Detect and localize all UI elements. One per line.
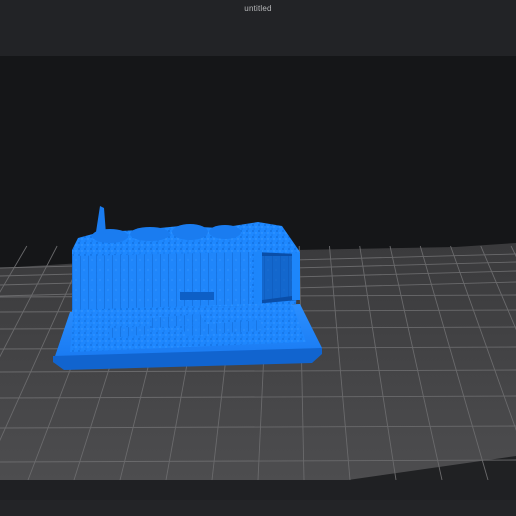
app-window: untitled [0,0,516,516]
viewport-canvas[interactable] [0,56,516,480]
status-strip [0,500,516,516]
window-title: untitled [244,4,272,13]
trench-diorama-model[interactable] [53,206,322,370]
title-bar: untitled [0,0,516,56]
3d-viewport[interactable] [0,56,516,480]
